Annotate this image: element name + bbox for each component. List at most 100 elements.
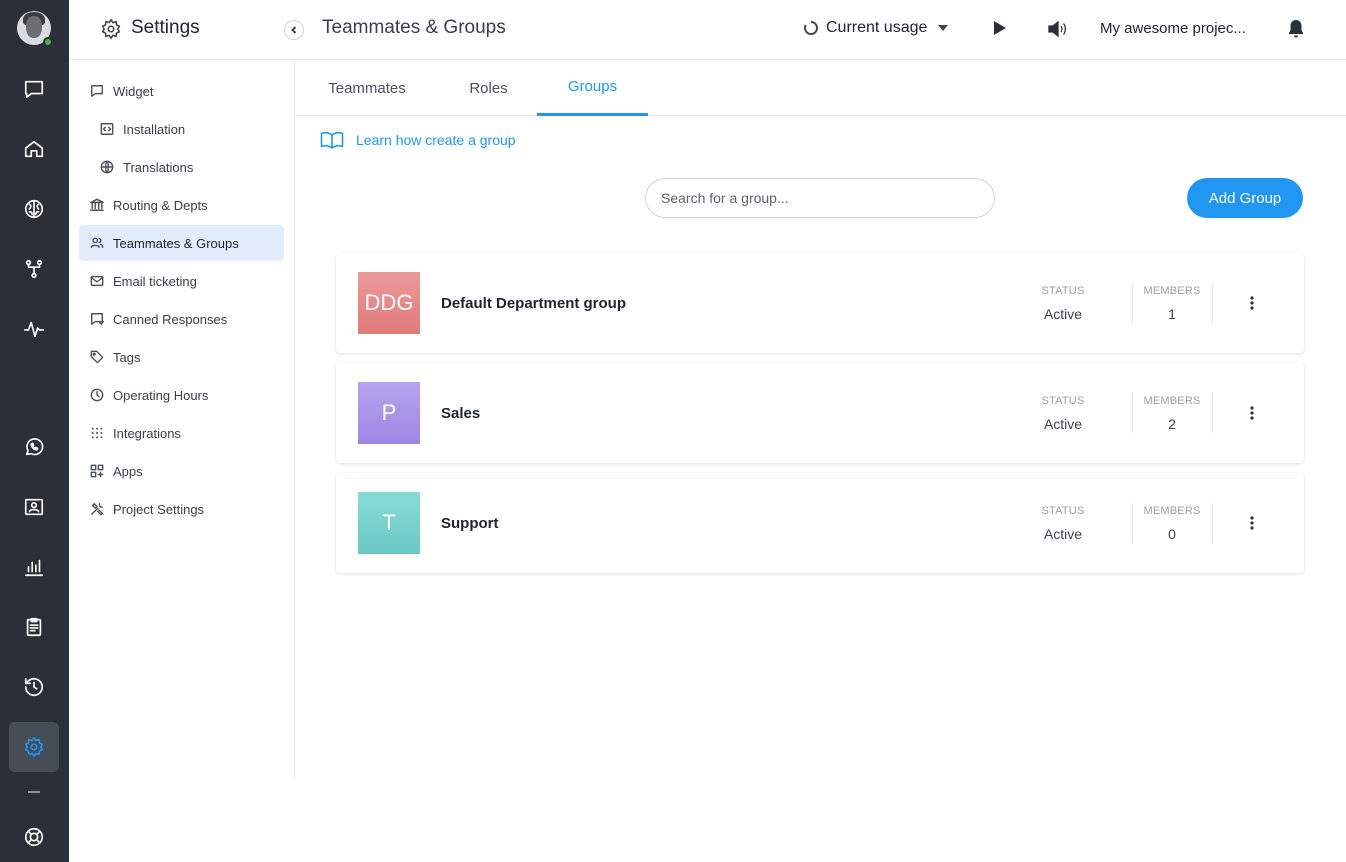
sidebar-item-label: Teammates & Groups bbox=[113, 235, 239, 251]
stat-divider bbox=[1132, 283, 1133, 323]
sidebar-item-label: Apps bbox=[113, 463, 143, 479]
sidebar-item-routing[interactable]: Routing & Depts bbox=[79, 187, 284, 223]
sidebar-item-operating-hours[interactable]: Operating Hours bbox=[79, 377, 284, 413]
sidebar-item-canned-responses[interactable]: Canned Responses bbox=[79, 301, 284, 337]
status-value: Active bbox=[1043, 416, 1083, 432]
bell-icon[interactable] bbox=[1287, 19, 1305, 39]
reports-icon[interactable] bbox=[22, 555, 46, 579]
bank-icon bbox=[89, 197, 105, 213]
top-header: Settings Teammates & Groups Current usag… bbox=[69, 0, 1346, 60]
current-usage-label: Current usage bbox=[826, 19, 928, 36]
status-label: STATUS bbox=[1041, 505, 1085, 517]
settings-gear-icon[interactable] bbox=[22, 735, 46, 759]
status-label: STATUS bbox=[1041, 395, 1085, 407]
add-group-button[interactable]: Add Group bbox=[1187, 178, 1303, 218]
stat-divider bbox=[1132, 393, 1133, 433]
group-initials-tile: T bbox=[358, 492, 420, 554]
brain-icon[interactable] bbox=[22, 197, 46, 221]
activity-icon[interactable] bbox=[22, 317, 46, 341]
learn-how-link[interactable]: Learn how create a group bbox=[320, 131, 516, 149]
members-count: 1 bbox=[1168, 306, 1176, 322]
group-search-input[interactable] bbox=[645, 178, 995, 218]
sidebar-item-label: Installation bbox=[123, 121, 186, 137]
tab-roles[interactable]: Roles bbox=[446, 60, 531, 116]
stat-divider bbox=[1212, 393, 1213, 433]
members-count: 2 bbox=[1168, 416, 1176, 432]
members-count: 0 bbox=[1168, 526, 1176, 542]
rail-divider bbox=[28, 791, 40, 793]
online-status-dot bbox=[43, 37, 53, 47]
members-label: MEMBERS bbox=[1143, 505, 1201, 517]
group-card[interactable]: DDG Default Department group STATUS Acti… bbox=[336, 253, 1304, 353]
home-icon[interactable] bbox=[22, 137, 46, 161]
apps-icon bbox=[89, 463, 105, 479]
volume-icon[interactable] bbox=[1047, 19, 1067, 39]
sidebar-item-project-settings[interactable]: Project Settings bbox=[79, 491, 284, 527]
sidebar-item-widget[interactable]: Widget bbox=[79, 73, 284, 109]
caret-down-icon bbox=[938, 25, 949, 31]
group-card[interactable]: T Support STATUS Active MEMBERS 0 bbox=[336, 473, 1304, 573]
group-initials-tile: P bbox=[358, 382, 420, 444]
more-vertical-icon[interactable] bbox=[1242, 401, 1262, 425]
members-label: MEMBERS bbox=[1143, 395, 1201, 407]
sidebar-item-label: Widget bbox=[113, 83, 154, 99]
settings-gear-icon bbox=[100, 18, 122, 40]
book-open-icon bbox=[320, 131, 344, 149]
whatsapp-icon[interactable] bbox=[22, 435, 46, 459]
group-name: Default Department group bbox=[441, 295, 627, 312]
usage-loading-icon bbox=[803, 20, 819, 36]
group-name: Sales bbox=[441, 405, 481, 422]
mail-icon bbox=[89, 273, 105, 289]
group-name: Support bbox=[441, 515, 499, 532]
page-title: Teammates & Groups bbox=[322, 17, 506, 38]
help-lifebuoy-icon[interactable] bbox=[22, 825, 46, 849]
sidebar-item-integrations[interactable]: Integrations bbox=[79, 415, 284, 451]
code-icon bbox=[99, 121, 115, 137]
tag-icon bbox=[89, 349, 105, 365]
group-card[interactable]: P Sales STATUS Active MEMBERS 2 bbox=[336, 363, 1304, 463]
more-vertical-icon[interactable] bbox=[1242, 291, 1262, 315]
sidebar-item-label: Routing & Depts bbox=[113, 197, 208, 213]
canned-message-icon bbox=[89, 311, 105, 327]
tab-groups[interactable]: Groups bbox=[537, 60, 648, 116]
stat-divider bbox=[1212, 503, 1213, 543]
members-label: MEMBERS bbox=[1143, 285, 1201, 297]
tab-teammates[interactable]: Teammates bbox=[310, 60, 424, 116]
sidebar-item-label: Tags bbox=[113, 349, 141, 365]
sidebar-item-email-ticketing[interactable]: Email ticketing bbox=[79, 263, 284, 299]
sidebar-item-label: Canned Responses bbox=[113, 311, 228, 327]
contacts-icon[interactable] bbox=[22, 495, 46, 519]
users-icon bbox=[89, 235, 105, 251]
sidebar-item-label: Translations bbox=[123, 159, 194, 175]
sidebar-item-label: Email ticketing bbox=[113, 273, 197, 289]
settings-title: Settings bbox=[131, 17, 200, 38]
sidebar-item-installation[interactable]: Installation bbox=[79, 111, 284, 147]
status-value: Active bbox=[1043, 526, 1083, 542]
flow-icon[interactable] bbox=[22, 257, 46, 281]
project-selector[interactable]: My awesome projec... bbox=[1100, 20, 1252, 37]
status-value: Active bbox=[1043, 306, 1083, 322]
sidebar-item-apps[interactable]: Apps bbox=[79, 453, 284, 489]
learn-how-label: Learn how create a group bbox=[356, 132, 516, 148]
grid-dots-icon bbox=[89, 425, 105, 441]
sidebar-item-tags[interactable]: Tags bbox=[79, 339, 284, 375]
chat-icon[interactable] bbox=[22, 77, 46, 101]
clipboard-icon[interactable] bbox=[22, 615, 46, 639]
current-usage-dropdown[interactable]: Current usage bbox=[803, 19, 949, 37]
app-rail bbox=[0, 0, 69, 862]
chevron-left-icon bbox=[291, 26, 297, 34]
sidebar-item-translations[interactable]: Translations bbox=[79, 149, 284, 185]
history-icon[interactable] bbox=[22, 675, 46, 699]
sidebar-item-teammates-groups[interactable]: Teammates & Groups bbox=[79, 225, 284, 261]
globe-icon bbox=[99, 159, 115, 175]
stat-divider bbox=[1212, 283, 1213, 323]
play-icon[interactable] bbox=[993, 20, 1011, 38]
sidebar-item-label: Project Settings bbox=[113, 501, 205, 517]
group-initials-tile: DDG bbox=[358, 272, 420, 334]
stat-divider bbox=[1132, 503, 1133, 543]
message-square-icon bbox=[89, 83, 105, 99]
collapse-sidebar-button[interactable] bbox=[284, 20, 304, 40]
more-vertical-icon[interactable] bbox=[1242, 511, 1262, 535]
tools-icon bbox=[89, 501, 105, 517]
clock-icon bbox=[89, 387, 105, 403]
